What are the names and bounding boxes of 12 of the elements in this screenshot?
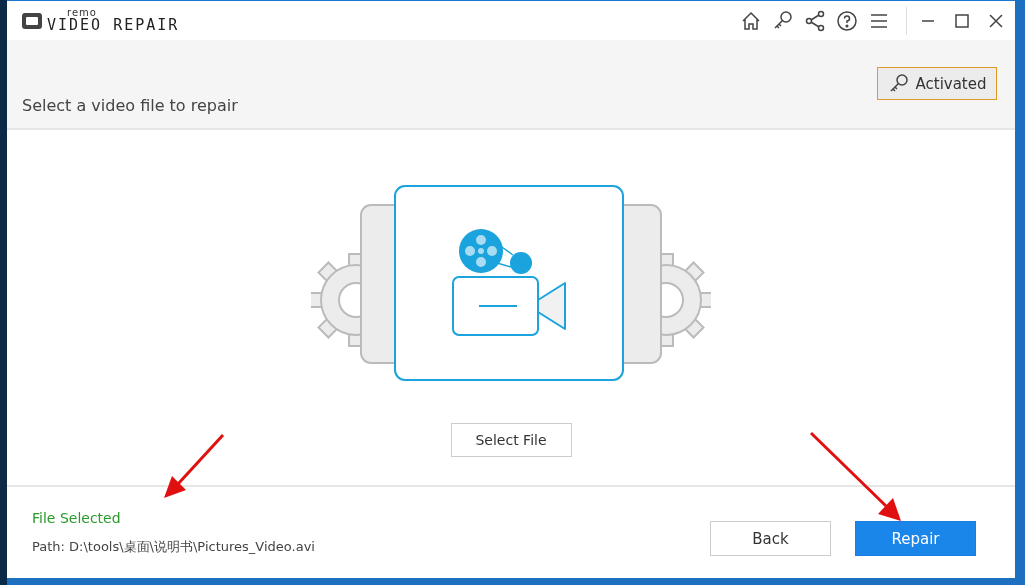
repair-button[interactable]: Repair (855, 521, 976, 556)
app-logo-title: VIDEO REPAIR (47, 18, 180, 33)
file-status-text: File Selected (32, 509, 122, 526)
instruction-text: Select a video file to repair (22, 96, 239, 115)
help-icon[interactable] (836, 9, 858, 32)
file-path-text: Path: D:\tools\桌面\说明书\Pictures_Video.avi (32, 537, 315, 556)
logo-brand: remo (67, 8, 98, 18)
share-icon[interactable] (804, 9, 826, 32)
select-file-button[interactable]: Select File (450, 423, 572, 457)
back-button[interactable]: Back (710, 521, 831, 556)
home-icon[interactable] (740, 9, 762, 32)
activated-button[interactable]: Activated (877, 67, 997, 100)
